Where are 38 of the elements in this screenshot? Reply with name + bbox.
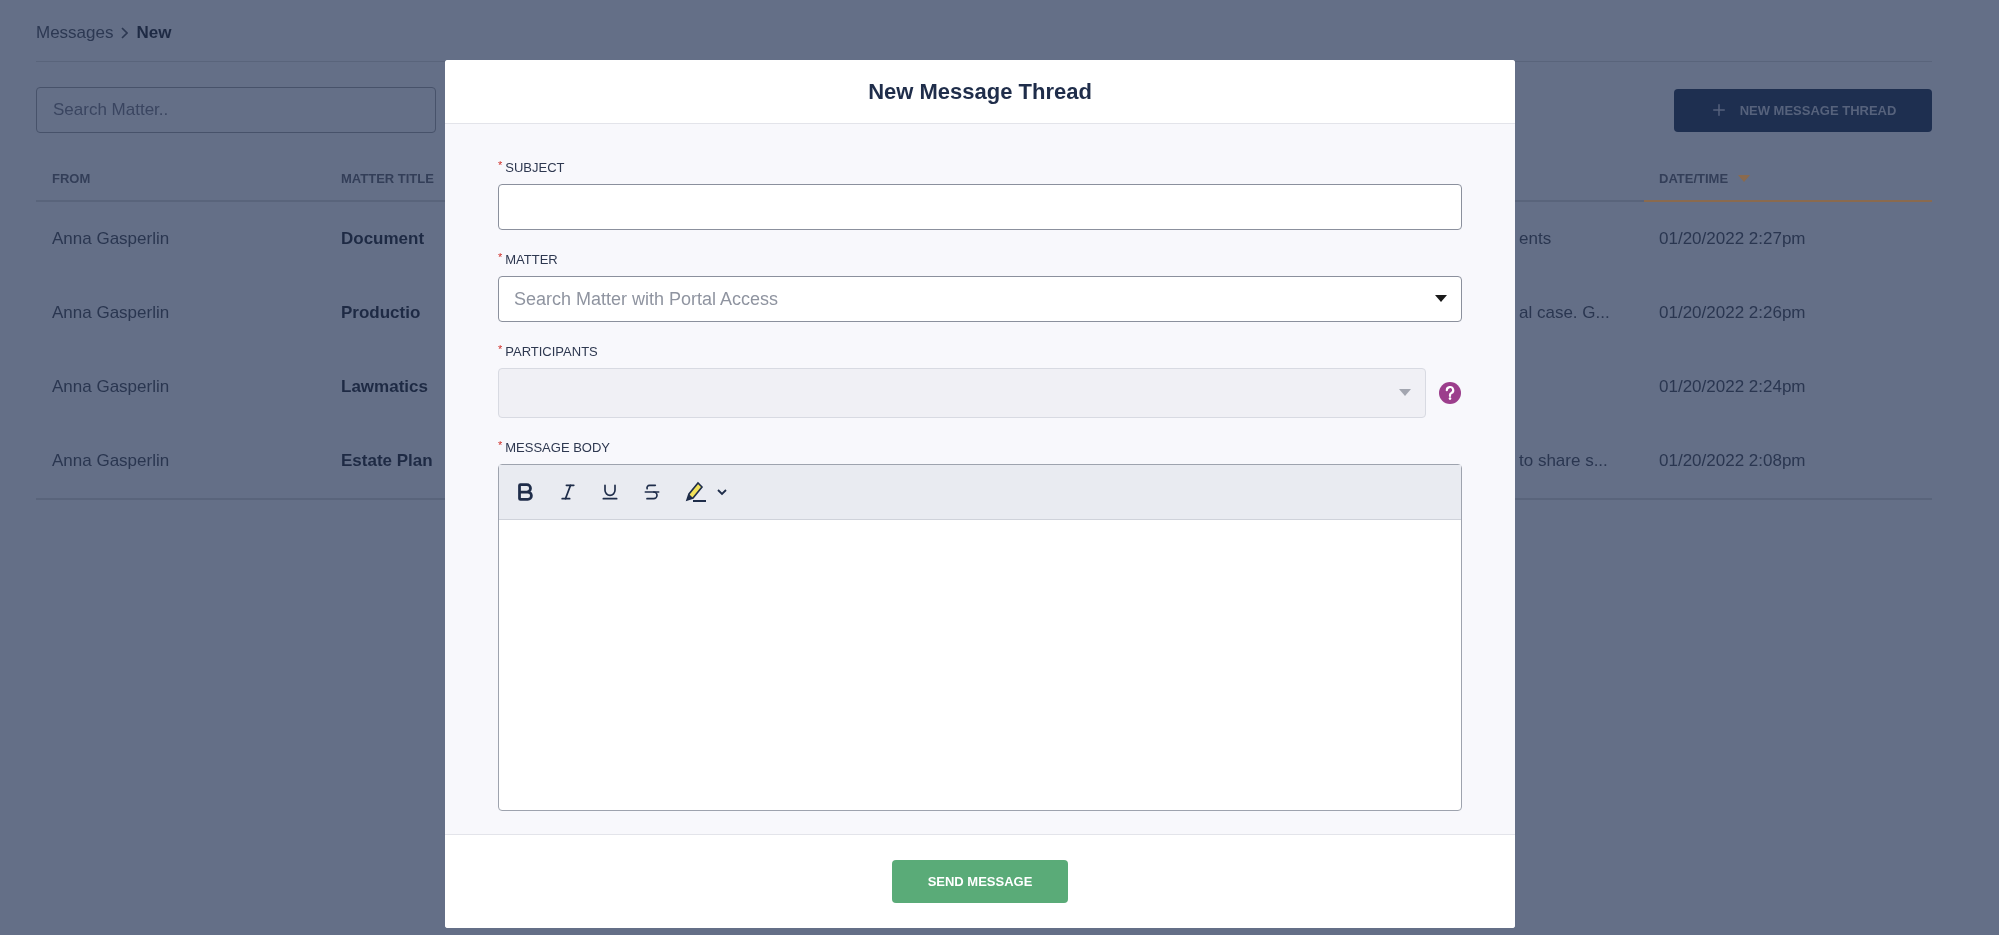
matter-title: Productio: [341, 303, 421, 323]
caret-down-icon: [1399, 389, 1411, 397]
sender-name: Anna Gasperlin: [52, 303, 170, 323]
italic-icon[interactable]: [558, 482, 578, 502]
date-time: 01/20/2022 2:26pm: [1659, 303, 1806, 323]
sender-name: Anna Gasperlin: [52, 377, 170, 397]
required-mark: *: [498, 160, 503, 170]
subject-field[interactable]: [498, 184, 1462, 230]
field-label: PARTICIPANTS: [505, 344, 598, 359]
sender-name: Anna Gasperlin: [52, 229, 170, 249]
chevron-right-icon: [121, 26, 129, 39]
field-label: MESSAGE BODY: [505, 440, 611, 455]
modal-title: New Message Thread: [868, 78, 1092, 105]
underline-icon[interactable]: [600, 482, 620, 502]
sort-caret-icon: [1738, 174, 1751, 183]
breadcrumb-item[interactable]: Messages: [36, 22, 114, 43]
matter-title: Lawmatics: [341, 377, 428, 397]
required-mark: *: [498, 344, 503, 354]
highlighter-icon[interactable]: [684, 480, 730, 504]
send-message-button[interactable]: SEND MESSAGE: [892, 860, 1068, 903]
caret-down-icon: [1435, 295, 1447, 303]
field-label: MATTER: [505, 252, 558, 267]
field-label: SUBJECT: [505, 160, 565, 175]
strikethrough-icon[interactable]: [642, 482, 662, 502]
date-time: 01/20/2022 2:24pm: [1659, 377, 1806, 397]
matter-title: Document: [341, 229, 425, 249]
date-time: 01/20/2022 2:27pm: [1659, 229, 1806, 249]
message-preview: to share s...: [1519, 451, 1608, 471]
required-mark: *: [498, 252, 503, 262]
required-mark: *: [498, 440, 503, 450]
message-preview: ents: [1519, 229, 1552, 249]
matter-title: Estate Plan: [341, 451, 433, 471]
message-preview: al case. G...: [1519, 303, 1610, 323]
new-thread-button[interactable]: NEW MESSAGE THREAD: [1674, 88, 1932, 132]
sender-name: Anna Gasperlin: [52, 451, 170, 471]
select-field[interactable]: Search Matter with Portal Access: [498, 276, 1462, 322]
breadcrumb-item: New: [136, 22, 172, 43]
date-time: 01/20/2022 2:08pm: [1659, 451, 1806, 471]
